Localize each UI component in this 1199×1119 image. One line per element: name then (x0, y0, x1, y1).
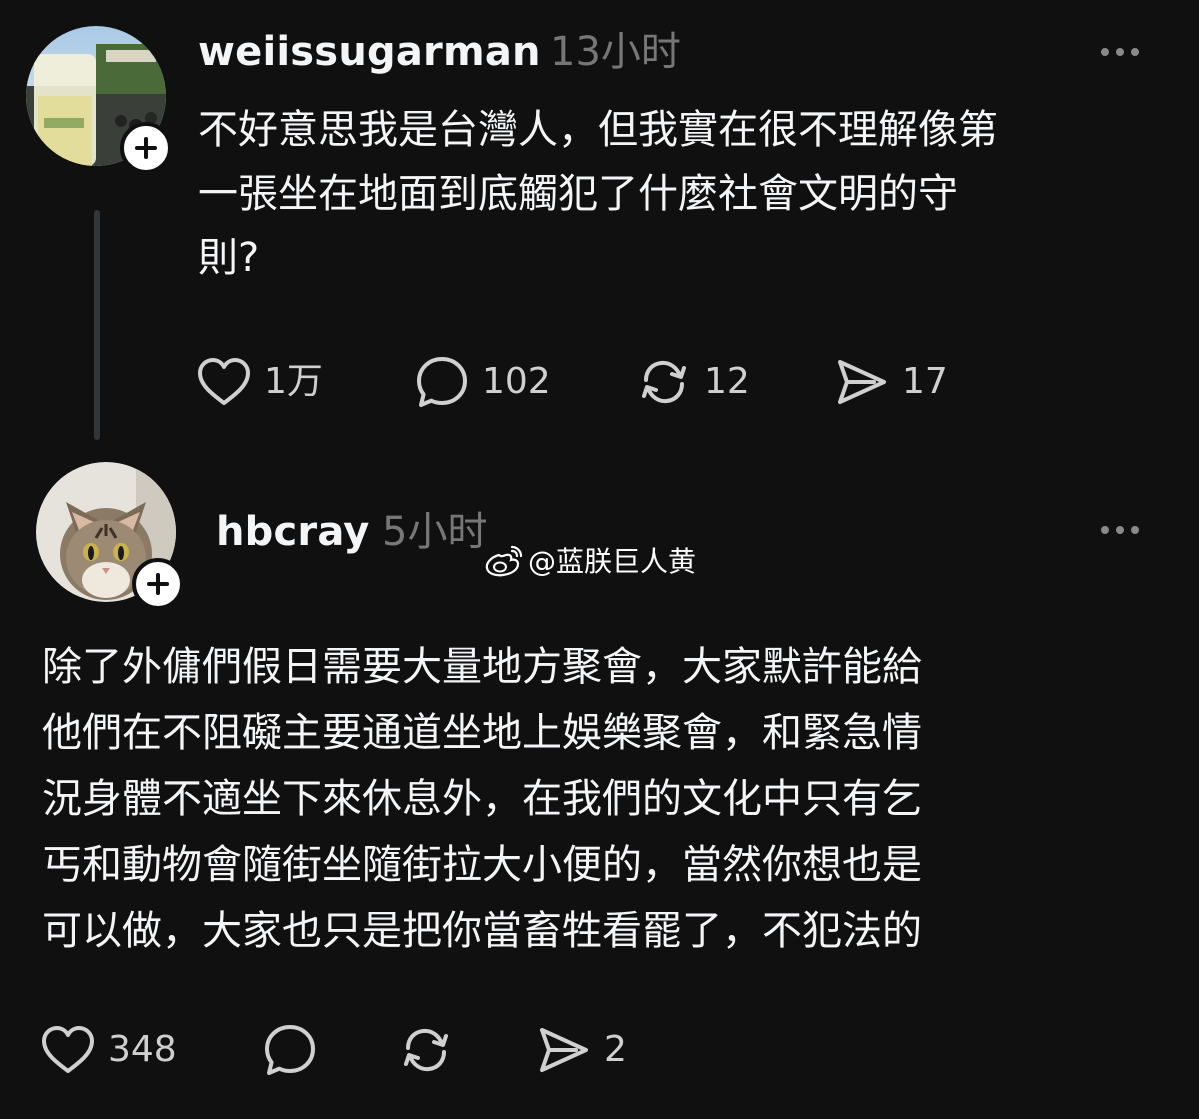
plus-icon (135, 137, 157, 159)
post-line: 除了外傭們假日需要大量地方聚會，大家默許能給 (42, 644, 922, 690)
post-line: 可以做，大家也只是把你當畜牲看罷了，不犯法的 (42, 908, 922, 954)
comment-button[interactable]: 102 (414, 354, 636, 410)
post-timestamp: 13小时 (550, 29, 681, 75)
heart-icon (42, 1026, 94, 1073)
post-timestamp: 5小时 (382, 509, 488, 555)
like-count: 348 (108, 1029, 177, 1070)
more-options-icon[interactable] (1101, 526, 1139, 534)
follow-button[interactable] (120, 122, 172, 174)
post-body: 除了外傭們假日需要大量地方聚會，大家默許能給 他們在不阻礙主要通道坐地上娛樂聚會… (42, 634, 922, 964)
share-button[interactable]: 17 (834, 354, 948, 410)
repost-button[interactable] (398, 1022, 536, 1078)
send-icon (540, 1028, 588, 1072)
post-body: 不好意思我是台灣人，但我實在很不理解像第 一張坐在地面到底觸犯了什麼社會文明的守… (198, 98, 998, 290)
like-count: 1万 (264, 361, 323, 402)
comment-button[interactable] (262, 1022, 398, 1078)
username[interactable]: hbcray (216, 512, 370, 552)
send-icon (838, 360, 886, 404)
post-line: 況身體不適坐下來休息外，在我們的文化中只有乞 (42, 776, 922, 822)
watermark: @蓝朕巨人黄 (484, 540, 696, 580)
like-button[interactable]: 1万 (196, 356, 414, 408)
repost-icon (404, 1028, 448, 1072)
post-line: 不好意思我是台灣人，但我實在很不理解像第 (198, 107, 998, 153)
post-actions: 348 2 (40, 1022, 627, 1078)
repost-count: 12 (704, 361, 750, 402)
more-options-icon[interactable] (1101, 48, 1139, 56)
post-line: 一張坐在地面到底觸犯了什麼社會文明的守 (198, 171, 958, 217)
like-button[interactable]: 348 (40, 1024, 262, 1076)
comment-bubble-icon (265, 1025, 315, 1075)
weibo-logo-icon (485, 545, 523, 577)
post-actions: 1万 102 12 17 (196, 354, 948, 410)
share-count: 17 (902, 361, 948, 402)
repost-icon (642, 360, 686, 404)
username[interactable]: weiissugarman (198, 32, 541, 72)
comment-count: 102 (482, 361, 551, 402)
watermark-text: @蓝朕巨人黄 (528, 545, 697, 578)
repost-button[interactable]: 12 (636, 354, 834, 410)
plus-icon (147, 573, 169, 595)
thread-line (94, 210, 100, 440)
heart-icon (198, 358, 250, 405)
share-count: 2 (604, 1029, 627, 1070)
share-button[interactable]: 2 (536, 1022, 627, 1078)
post-line: 他們在不阻礙主要通道坐地上娛樂聚會，和緊急情 (42, 710, 922, 756)
follow-button[interactable] (132, 558, 184, 610)
post-line: 丐和動物會隨街坐隨街拉大小便的，當然你想也是 (42, 842, 922, 888)
comment-bubble-icon (417, 357, 467, 407)
post-line: 則? (198, 235, 260, 281)
